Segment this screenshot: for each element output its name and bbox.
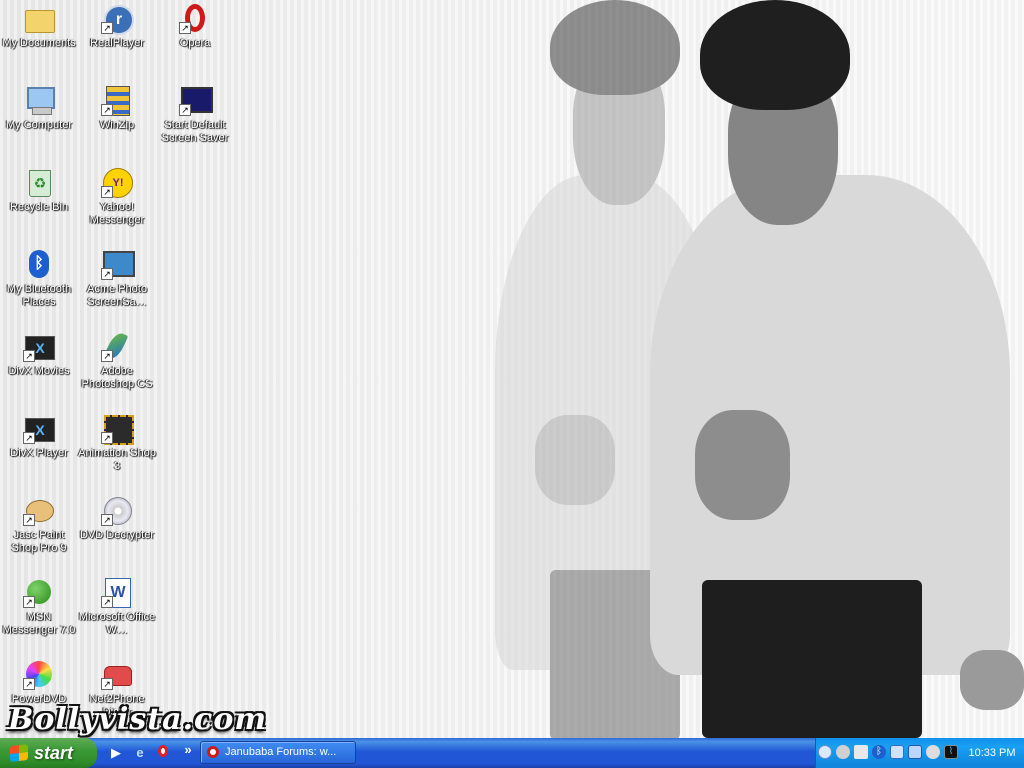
network-icon[interactable]	[836, 745, 850, 759]
desktop-icon-recycle-bin[interactable]: ♻ Recycle Bin	[0, 166, 78, 214]
windows-logo-icon	[10, 744, 28, 762]
desktop-icon-animation-shop[interactable]: ↗ Animation Shop 3	[78, 412, 156, 473]
my-documents-icon	[23, 2, 55, 34]
desktop-icon-msn-messenger[interactable]: ↗ MSN Messenger 7.0	[0, 576, 78, 637]
desktop-icon-powerdvd[interactable]: ↗ PowerDVD	[0, 658, 78, 706]
icon-label: My Documents	[2, 37, 76, 49]
desktop-icon-screen-saver[interactable]: ↗ Start Default Screen Saver	[156, 84, 234, 145]
desktop-icon-realplayer[interactable]: r ↗ RealPlayer	[78, 2, 156, 50]
icon-label: Recycle Bin	[9, 201, 69, 213]
photoshop-icon: ↗	[101, 330, 133, 362]
icon-label: Microsoft Office W…	[78, 611, 156, 636]
task-button-opera-window[interactable]: Janubaba Forums: w...	[200, 741, 356, 764]
monitor-icon[interactable]	[908, 745, 922, 759]
icon-label: Animation Shop 3	[78, 447, 156, 472]
divx-player-icon: X ↗	[23, 412, 55, 444]
bluetooth-icon: ᛒ	[23, 248, 55, 280]
desktop-icon-acme-photo[interactable]: ↗ Acme Photo ScreenSa…	[78, 248, 156, 309]
icon-label: My Computer	[5, 119, 73, 131]
recycle-bin-icon: ♻	[23, 166, 55, 198]
clock[interactable]: 10:33 PM	[964, 738, 1020, 768]
desktop-icon-winzip[interactable]: ↗ WinZip	[78, 84, 156, 132]
desktop-icon-my-computer[interactable]: My Computer	[0, 84, 78, 132]
paint-shop-pro-icon: ↗	[23, 494, 55, 526]
desktop-icon-dvd-decrypter[interactable]: ↗ DVD Decrypter	[78, 494, 156, 542]
desktop[interactable]: My Documents My Computer ♻ Recycle Bin ᛒ…	[0, 0, 1024, 738]
opera-icon: ↗	[179, 2, 211, 34]
network-connections-icon[interactable]	[890, 745, 904, 759]
my-computer-icon	[23, 84, 55, 116]
quick-launch-chevron[interactable]: »	[180, 742, 196, 758]
desktop-icon-yahoo-messenger[interactable]: Y! ↗ Yahoo! Messenger	[78, 166, 156, 227]
watermark: Bollyvista.com	[8, 702, 268, 737]
start-button[interactable]: start	[0, 738, 97, 768]
internet-explorer-icon[interactable]: e	[132, 745, 148, 761]
icon-label: MSN Messenger 7.0	[2, 611, 76, 636]
desktop-icon-bluetooth-places[interactable]: ᛒ My Bluetooth Places	[0, 248, 78, 309]
icon-label: Adobe Photoshop CS	[81, 365, 153, 390]
icon-label: My Bluetooth Places	[6, 283, 72, 308]
volume-icon[interactable]	[926, 745, 940, 759]
show-hidden-icons-icon[interactable]	[818, 745, 832, 759]
desktop-icon-paint-shop-pro[interactable]: ↗ Jasc Paint Shop Pro 9	[0, 494, 78, 555]
opera-icon[interactable]	[155, 745, 171, 761]
animation-shop-icon: ↗	[101, 412, 134, 445]
desktop-icon-divx-player[interactable]: X ↗ DivX Player	[0, 412, 78, 460]
desktop-icon-opera[interactable]: ↗ Opera	[156, 2, 234, 50]
dvd-decrypter-icon: ↗	[101, 494, 133, 526]
acme-photo-icon: ↗	[101, 248, 135, 280]
desktop-icon-my-documents[interactable]: My Documents	[0, 2, 78, 50]
opera-icon	[207, 746, 219, 758]
bluetooth-icon[interactable]: ᛒ	[872, 745, 886, 759]
msn-messenger-icon: ↗	[23, 576, 55, 608]
icon-label: RealPlayer	[90, 37, 144, 49]
security-icon[interactable]	[854, 745, 868, 759]
system-tray: ᛒ ⌇ 10:33 PM	[815, 738, 1024, 768]
start-label: start	[34, 743, 74, 763]
ms-word-icon: W ↗	[101, 576, 133, 608]
windows-media-player-icon[interactable]: ▶	[108, 745, 124, 761]
divx-movies-icon: X ↗	[23, 330, 55, 362]
icon-label: WinZip	[99, 119, 135, 131]
task-button-label: Janubaba Forums: w...	[225, 746, 337, 758]
taskbar: start ▶ e » Janubaba Forums: w... ᛒ ⌇ 10…	[0, 738, 1024, 768]
winzip-icon: ↗	[101, 84, 133, 116]
realplayer-icon: r ↗	[101, 2, 134, 35]
desktop-icon-photoshop[interactable]: ↗ Adobe Photoshop CS	[78, 330, 156, 391]
icon-label: Jasc Paint Shop Pro 9	[11, 529, 67, 554]
desktop-icon-divx-movies[interactable]: X ↗ DivX Movies	[0, 330, 78, 378]
powerdvd-icon: ↗	[23, 658, 55, 690]
net2phone-icon: ↗	[101, 658, 133, 690]
icon-label: Yahoo! Messenger	[89, 201, 145, 226]
icon-label: Opera	[179, 37, 211, 49]
icon-label: Acme Photo ScreenSa…	[87, 283, 147, 308]
activity-icon[interactable]: ⌇	[944, 745, 958, 759]
icon-label: DivX Movies	[8, 365, 70, 377]
icon-label: DVD Decrypter	[80, 529, 154, 541]
yahoo-messenger-icon: Y! ↗	[101, 166, 133, 198]
desktop-icon-ms-word[interactable]: W ↗ Microsoft Office W…	[78, 576, 156, 637]
screen-saver-icon: ↗	[179, 84, 213, 116]
icon-label: DivX Player	[10, 447, 68, 459]
wallpaper-figure-right	[640, 0, 1024, 738]
icon-label: Start Default Screen Saver	[161, 119, 229, 144]
